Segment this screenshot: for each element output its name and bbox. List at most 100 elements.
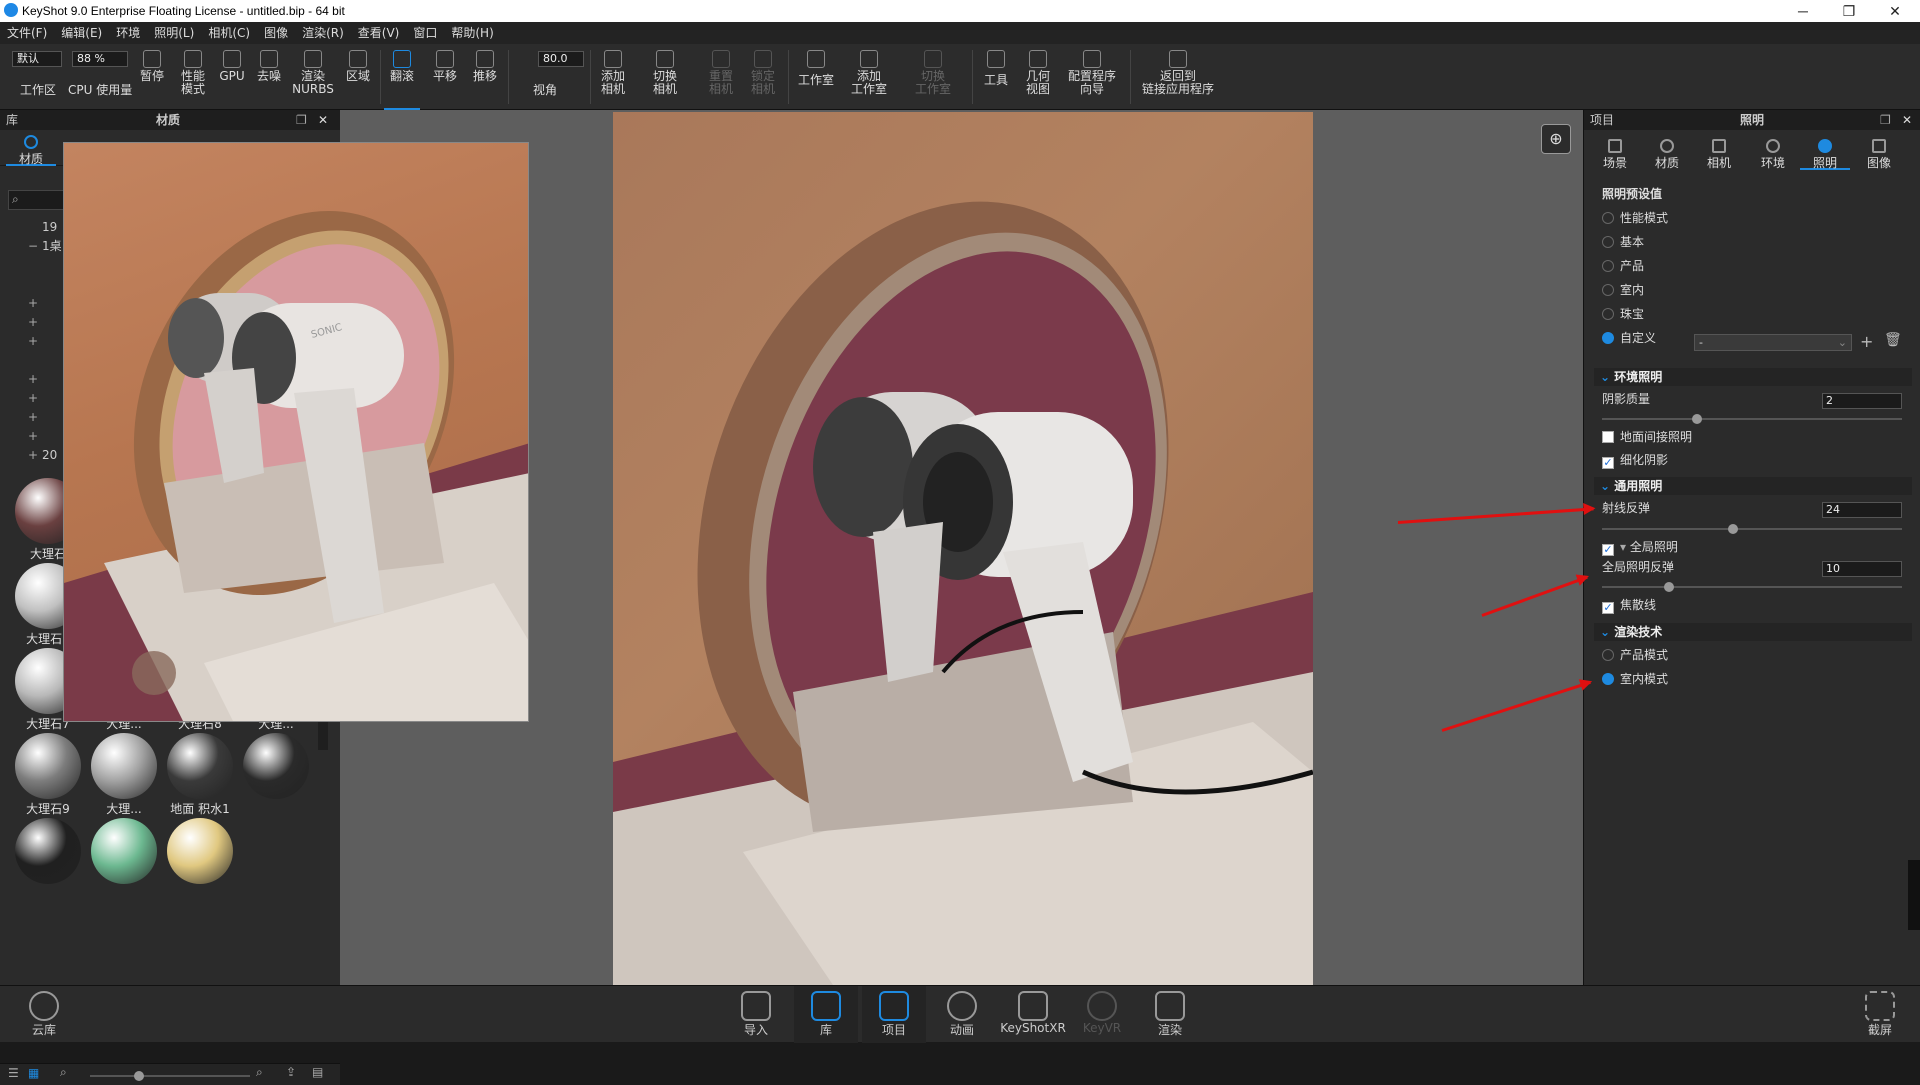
expand-toggle-icon[interactable]: +: [28, 370, 42, 389]
section-environment-lighting[interactable]: 环境照明: [1594, 368, 1912, 386]
material-thumbnail[interactable]: [238, 733, 314, 819]
tree-item[interactable]: +: [28, 408, 42, 427]
add-camera-button[interactable]: 添加 相机: [592, 44, 634, 110]
geometry-view-button[interactable]: 几何 视图: [1018, 44, 1058, 110]
reset-camera-button[interactable]: 重置 相机: [700, 44, 742, 110]
cloud-sync-icon[interactable]: ⊕: [1541, 124, 1571, 154]
tree-item[interactable]: +: [28, 427, 42, 446]
panel-close-icon[interactable]: ✕: [318, 110, 328, 130]
expand-toggle-icon[interactable]: −: [28, 237, 42, 256]
import-button[interactable]: 导入: [724, 986, 788, 1043]
global-illumination-checkbox[interactable]: ✓ ▾ 全局照明: [1602, 539, 1678, 556]
preset-radio[interactable]: 产品: [1602, 258, 1644, 274]
region-button[interactable]: 区域: [342, 44, 374, 110]
section-general-lighting[interactable]: 通用照明: [1594, 477, 1912, 495]
tools-button[interactable]: 工具: [976, 44, 1016, 110]
material-thumbnail[interactable]: [10, 818, 86, 904]
screenshot-button[interactable]: 截屏: [1848, 986, 1912, 1043]
ground-indirect-checkbox[interactable]: 地面间接照明: [1602, 429, 1692, 445]
preset-radio[interactable]: 室内: [1602, 282, 1644, 298]
tab-lighting[interactable]: 照明: [1800, 134, 1850, 170]
interior-mode-radio[interactable]: 室内模式: [1602, 671, 1668, 687]
material-thumbnail[interactable]: 大理石9: [10, 733, 86, 819]
tree-item[interactable]: +: [28, 313, 42, 332]
switch-camera-button[interactable]: 切换 相机: [640, 44, 690, 110]
section-render-technique[interactable]: 渲染技术: [1594, 623, 1912, 641]
preset-radio[interactable]: 珠宝: [1602, 306, 1644, 322]
tab-materials[interactable]: 材质: [6, 130, 56, 166]
expand-toggle-icon[interactable]: +: [28, 389, 42, 408]
tree-item[interactable]: 19: [28, 218, 57, 237]
menu-edit[interactable]: 编辑(E): [54, 22, 109, 44]
expand-toggle-icon[interactable]: +: [28, 446, 42, 465]
keyshotxr-button[interactable]: KeyShotXR: [998, 986, 1068, 1043]
tab-image[interactable]: 图像: [1854, 134, 1904, 170]
tab-camera[interactable]: 相机: [1694, 134, 1744, 170]
product-mode-radio[interactable]: 产品模式: [1602, 647, 1668, 663]
tree-item[interactable]: +: [28, 389, 42, 408]
folder-icon[interactable]: ▤: [312, 1065, 323, 1079]
custom-preset-dropdown[interactable]: - ⌄: [1694, 334, 1852, 351]
gi-bounces-slider[interactable]: [1602, 582, 1902, 592]
pan-button[interactable]: 平移: [428, 44, 462, 110]
return-to-linked-app-button[interactable]: 返回到 链接应用程序: [1136, 44, 1220, 110]
shadow-quality-slider[interactable]: [1602, 414, 1902, 424]
workspace-select[interactable]: 默认: [12, 51, 62, 67]
expand-toggle-icon[interactable]: +: [28, 332, 42, 351]
animation-button[interactable]: 动画: [930, 986, 994, 1043]
menu-window[interactable]: 窗口: [406, 22, 444, 44]
thumbnail-size-slider[interactable]: [90, 1071, 250, 1081]
preset-radio[interactable]: 性能模式: [1602, 210, 1668, 226]
cloud-library-button[interactable]: 云库: [12, 986, 76, 1043]
list-view-icon[interactable]: ☰: [8, 1066, 19, 1080]
cpu-usage-field[interactable]: 88 %: [72, 51, 128, 67]
expand-toggle-icon[interactable]: +: [28, 408, 42, 427]
menu-image[interactable]: 图像: [257, 22, 295, 44]
restore-button[interactable]: ❐: [1826, 0, 1872, 22]
ray-bounces-field[interactable]: 24: [1822, 502, 1902, 518]
project-button[interactable]: 项目: [862, 986, 926, 1043]
ray-bounces-slider[interactable]: [1602, 524, 1902, 534]
tab-material[interactable]: 材质: [1642, 134, 1692, 170]
tree-item[interactable]: [28, 256, 42, 275]
tumble-button[interactable]: 翻滚: [384, 44, 420, 110]
dolly-button[interactable]: 推移: [468, 44, 502, 110]
material-thumbnail[interactable]: 地面 积水1: [162, 733, 238, 819]
panel-close-icon[interactable]: ✕: [1902, 110, 1912, 130]
configurator-wizard-button[interactable]: 配置程序 向导: [1062, 44, 1122, 110]
studio-button[interactable]: 工作室: [792, 44, 840, 110]
material-thumbnail[interactable]: [162, 818, 238, 904]
upload-icon[interactable]: ⇪: [286, 1065, 296, 1079]
delete-icon[interactable]: 🗑: [1884, 332, 1902, 348]
tree-item[interactable]: +20: [28, 446, 57, 465]
tree-item[interactable]: −1桌: [28, 237, 62, 256]
menu-help[interactable]: 帮助(H): [444, 22, 500, 44]
tab-scene[interactable]: 场景: [1590, 134, 1640, 170]
performance-mode-button[interactable]: 性能 模式: [172, 44, 214, 110]
render-image[interactable]: [613, 112, 1313, 985]
close-button[interactable]: ✕: [1872, 0, 1918, 22]
field-of-view-field[interactable]: 80.0: [538, 51, 584, 67]
menu-file[interactable]: 文件(F): [0, 22, 54, 44]
gpu-button[interactable]: GPU: [216, 44, 248, 110]
menu-environment[interactable]: 环境: [109, 22, 147, 44]
tree-item[interactable]: +: [28, 370, 42, 389]
material-thumbnail[interactable]: [86, 818, 162, 904]
preset-radio[interactable]: 基本: [1602, 234, 1644, 250]
zoom-in-icon[interactable]: ⌕: [256, 1065, 263, 1080]
pause-button[interactable]: 暂停: [136, 44, 168, 110]
keyvr-button[interactable]: KeyVR: [1070, 986, 1134, 1043]
render-button[interactable]: 渲染: [1138, 986, 1202, 1043]
preset-radio[interactable]: 自定义: [1602, 330, 1656, 346]
expand-toggle-icon[interactable]: +: [28, 427, 42, 446]
add-preset-icon[interactable]: +: [1860, 332, 1873, 351]
tree-item[interactable]: [28, 275, 42, 294]
menu-camera[interactable]: 相机(C): [201, 22, 257, 44]
material-thumbnail[interactable]: 大理...: [86, 733, 162, 819]
tree-item[interactable]: +: [28, 294, 42, 313]
zoom-out-icon[interactable]: ⌕: [60, 1065, 67, 1080]
expand-toggle-icon[interactable]: +: [28, 313, 42, 332]
side-handle[interactable]: [1908, 860, 1920, 930]
grid-view-icon[interactable]: ▦: [28, 1066, 39, 1080]
library-button[interactable]: 库: [794, 986, 858, 1043]
